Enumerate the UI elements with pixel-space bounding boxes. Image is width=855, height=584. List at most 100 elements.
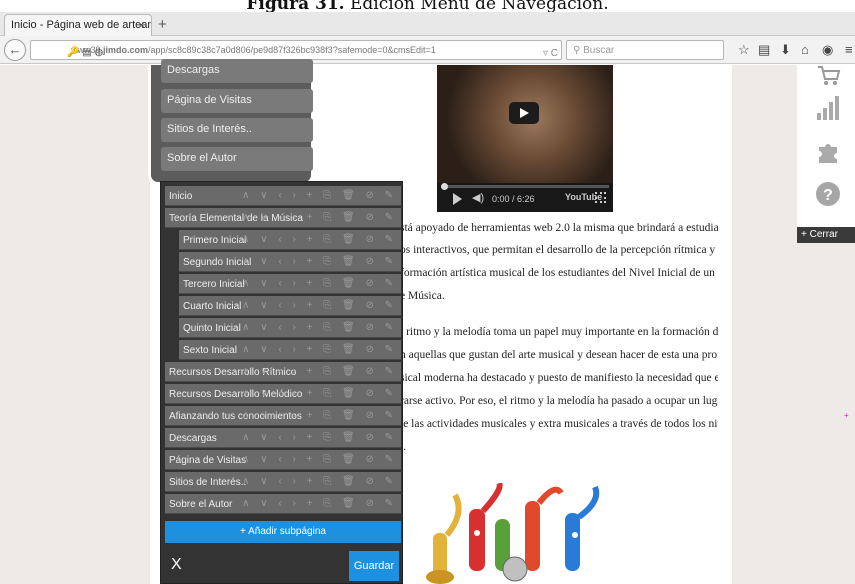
reload-icon[interactable]: ▿ C (543, 48, 558, 59)
nav-editor-row-label: Tercero Inicial (183, 279, 245, 290)
browser-nav-bar: ← 🔑 ▤ ◍ www39.jimdo.com/app/sc8c89c38c7a… (0, 36, 855, 64)
nav-editor-row-label: Primero Inicial (183, 235, 247, 246)
nav-editor-row-controls[interactable]: ∧ ∨ ‹ › + ⎘ 🗑 ⊘ ✎ (242, 190, 397, 201)
video-scrubber[interactable] (441, 183, 448, 190)
browser-tab[interactable]: Inicio - Página web de arteangel × (4, 14, 152, 36)
download-icon[interactable]: ⬇ (780, 42, 791, 58)
nav-editor-row-label: Segundo Inicial (183, 257, 252, 268)
nav-editor-row[interactable]: Cuarto Inicial ∧ ∨ ‹ › + ⎘ 🗑 ⊘ ✎ (179, 296, 401, 316)
site-nav-item[interactable]: Sitios de Interés.. (161, 118, 313, 142)
help-glyph: ? (823, 187, 833, 204)
nav-editor-row-controls[interactable]: ∧ ∨ ‹ › + ⎘ 🗑 ⊘ ✎ (242, 498, 397, 509)
url-path: /app/sc8c89c38c7a0d806/pe9d87f326bc938f3… (148, 45, 436, 55)
menu-icon[interactable]: ≡ (845, 42, 853, 57)
save-button[interactable]: Guardar (349, 551, 399, 581)
body-text-line: e Música. (400, 290, 445, 302)
site-nav-item[interactable]: Página de Visitas (161, 89, 313, 113)
video-controls: ◀) 0:00 / 6:26 YouTube (437, 183, 613, 212)
nav-editor-row[interactable]: Descargas ∧ ∨ ‹ › + ⎘ 🗑 ⊘ ✎ (165, 428, 401, 448)
body-text-line: sical moderna ha destacado y puesto de m… (400, 372, 718, 384)
search-icon: ⚲ (573, 45, 581, 56)
nav-editor-row[interactable]: Recursos Desarrollo Melódico ∧ ∨ ‹ › + ⎘ … (165, 384, 401, 404)
back-arrow-icon[interactable]: ← (4, 39, 26, 61)
play-icon[interactable] (453, 193, 462, 205)
nav-editor-row[interactable]: Tercero Inicial ∧ ∨ ‹ › + ⎘ 🗑 ⊘ ✎ (179, 274, 401, 294)
nav-editor-row-label: Quinto Inicial (183, 323, 241, 334)
nav-editor-row[interactable]: Sobre el Autor ∧ ∨ ‹ › + ⎘ 🗑 ⊘ ✎ (165, 494, 401, 514)
url-bar[interactable]: 🔑 ▤ ◍ www39.jimdo.com/app/sc8c89c38c7a0d… (30, 40, 562, 60)
nav-editor-row-label: Sobre el Autor (169, 499, 233, 510)
puzzle-icon[interactable] (815, 139, 841, 165)
video-progress-bar[interactable] (441, 183, 609, 190)
nav-editor-row[interactable]: Teoría Elemental de la Música ∧ ∨ ‹ › + ⎘… (165, 208, 401, 228)
body-text-line: os interactivos, que permitan el desarro… (400, 244, 716, 256)
nav-editor-row[interactable]: Afianzando tus conocimientos ∧ ∨ ‹ › + ⎘ … (165, 406, 401, 426)
nav-editor-row-label: Sitios de Interés.. (169, 477, 247, 488)
new-tab-button[interactable]: + (158, 16, 167, 33)
pocket-icon[interactable]: ◉ (822, 42, 833, 58)
nav-editor-row-controls[interactable]: ∧ ∨ ‹ › + ⎘ 🗑 ⊘ ✎ (242, 344, 397, 355)
nav-editor-row[interactable]: Segundo Inicial ∧ ∨ ‹ › + ⎘ 🗑 ⊘ ✎ (179, 252, 401, 272)
body-text-line: le las actividades musicales y extra mus… (400, 418, 718, 430)
nav-editor-row-label: Cuarto Inicial (183, 301, 242, 312)
nav-editor-row[interactable]: Sitios de Interés.. ∧ ∨ ‹ › + ⎘ 🗑 ⊘ ✎ (165, 472, 401, 492)
nav-editor-row-controls[interactable]: ∧ ∨ ‹ › + ⎘ 🗑 ⊘ ✎ (242, 256, 397, 267)
close-sidebar-button[interactable]: + Cerrar (797, 227, 855, 243)
nav-editor-row-controls[interactable]: ∧ ∨ ‹ › + ⎘ 🗑 ⊘ ✎ (242, 366, 397, 377)
tab-title: Inicio - Página web de arteangel (11, 19, 151, 31)
body-text-line: stá apoyado de herramientas web 2.0 la m… (400, 222, 718, 234)
nav-editor-row-controls[interactable]: ∧ ∨ ‹ › + ⎘ 🗑 ⊘ ✎ (242, 410, 397, 421)
nav-editor-row-controls[interactable]: ∧ ∨ ‹ › + ⎘ 🗑 ⊘ ✎ (242, 300, 397, 311)
site-nav-item[interactable]: Descargas (161, 59, 313, 83)
body-text-line: n aquellas que gustan del arte musical y… (400, 349, 718, 361)
nav-editor-row-controls[interactable]: ∧ ∨ ‹ › + ⎘ 🗑 ⊘ ✎ (242, 432, 397, 443)
video-time: 0:00 / 6:26 (492, 194, 535, 204)
tab-close-icon[interactable]: × (138, 18, 145, 32)
nav-editor-row-controls[interactable]: ∧ ∨ ‹ › + ⎘ 🗑 ⊘ ✎ (242, 454, 397, 465)
bookmark-star-icon[interactable]: ☆ (738, 42, 750, 58)
close-editor-button[interactable]: X (171, 556, 182, 574)
nav-editor-row-controls[interactable]: ∧ ∨ ‹ › + ⎘ 🗑 ⊘ ✎ (242, 322, 397, 333)
site-nav-item[interactable]: Sobre el Autor (161, 147, 313, 171)
nav-editor-row[interactable]: Recursos Desarrollo Rítmico ∧ ∨ ‹ › + ⎘ 🗑… (165, 362, 401, 382)
site-info-icon[interactable]: 🔑 ▤ ◍ (67, 47, 103, 58)
nav-editor-row-label: Página de Visitas (169, 455, 247, 466)
fullscreen-icon[interactable] (595, 192, 606, 203)
nav-editor-row[interactable]: Página de Visitas ∧ ∨ ‹ › + ⎘ 🗑 ⊘ ✎ (165, 450, 401, 470)
nav-editor-row-controls[interactable]: ∧ ∨ ‹ › + ⎘ 🗑 ⊘ ✎ (242, 212, 397, 223)
music-notes-illustration (426, 483, 600, 584)
nav-editor-row[interactable]: Inicio ∧ ∨ ‹ › + ⎘ 🗑 ⊘ ✎ (165, 186, 401, 206)
search-input[interactable]: ⚲ Buscar (566, 40, 724, 60)
navigation-editor: Inicio ∧ ∨ ‹ › + ⎘ 🗑 ⊘ ✎ Teoría Elemental … (160, 181, 403, 584)
add-subpage-button[interactable]: + Añadir subpágina (165, 521, 401, 543)
video-play-button[interactable] (509, 102, 539, 124)
nav-editor-row[interactable]: Primero Inicial ∧ ∨ ‹ › + ⎘ 🗑 ⊘ ✎ (179, 230, 401, 250)
volume-icon[interactable]: ◀) (472, 191, 484, 204)
site-navigation-menu: Descargas Página de Visitas Sitios de In… (148, 59, 314, 185)
body-text-line: rarse activo. Por eso, el ritmo y la mel… (400, 395, 718, 407)
nav-editor-row-label: Inicio (169, 191, 193, 202)
browser-tab-bar: Inicio - Página web de arteangel × + (0, 12, 855, 36)
page-viewport: Descargas Página de Visitas Sitios de In… (0, 59, 855, 584)
nav-editor-row-controls[interactable]: ∧ ∨ ‹ › + ⎘ 🗑 ⊘ ✎ (242, 234, 397, 245)
help-icon[interactable]: ? (815, 181, 841, 207)
nav-editor-row-controls[interactable]: ∧ ∨ ‹ › + ⎘ 🗑 ⊘ ✎ (242, 388, 397, 399)
nav-editor-row[interactable]: Sexto Inicial ∧ ∨ ‹ › + ⎘ 🗑 ⊘ ✎ (179, 340, 401, 360)
video-thumbnail (437, 65, 613, 183)
body-text-line: l. (400, 441, 407, 453)
shopping-cart-icon[interactable] (815, 61, 841, 87)
url-host: jimdo.com (103, 45, 149, 55)
body-text-line: formación artística musical de los estud… (400, 267, 715, 279)
video-player[interactable]: ◀) 0:00 / 6:26 YouTube (437, 65, 613, 212)
nav-editor-row[interactable]: Quinto Inicial ∧ ∨ ‹ › + ⎘ 🗑 ⊘ ✎ (179, 318, 401, 338)
reading-list-icon[interactable]: ▤ (758, 42, 770, 58)
body-text-line: l ritmo y la melodía toma un papel muy i… (400, 326, 718, 338)
nav-editor-row-label: Descargas (169, 433, 217, 444)
nav-editor-row-controls[interactable]: ∧ ∨ ‹ › + ⎘ 🗑 ⊘ ✎ (242, 476, 397, 487)
nav-editor-row-label: Sexto Inicial (183, 345, 237, 356)
nav-editor-row-controls[interactable]: ∧ ∨ ‹ › + ⎘ 🗑 ⊘ ✎ (242, 278, 397, 289)
home-icon[interactable]: ⌂ (801, 42, 809, 57)
statistics-icon[interactable] (815, 95, 841, 121)
search-placeholder: Buscar (583, 45, 615, 56)
editor-side-toolbar: ? (797, 65, 855, 227)
